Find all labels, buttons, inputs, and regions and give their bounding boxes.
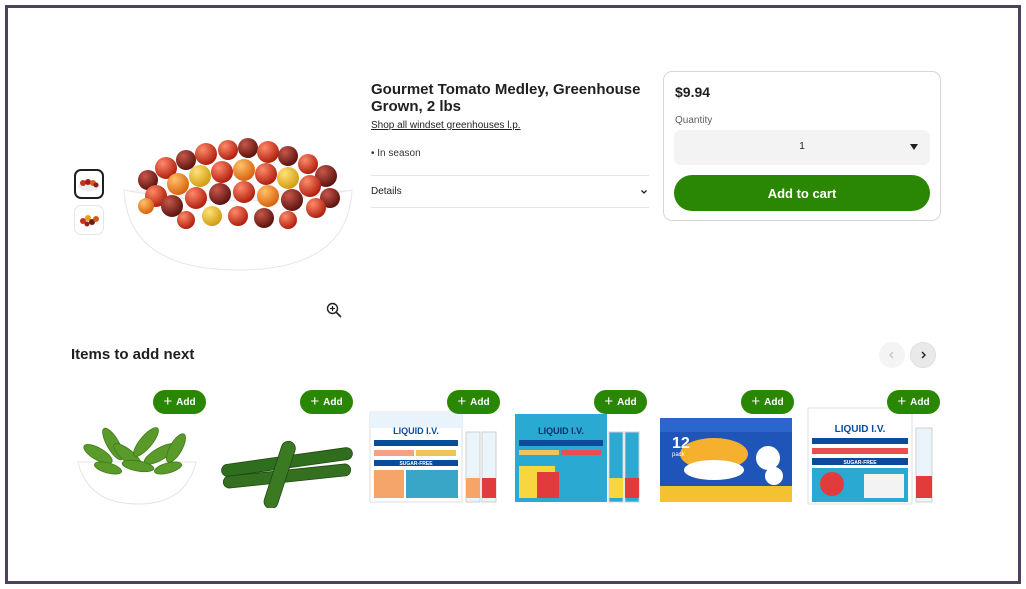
plus-icon: + <box>310 392 320 410</box>
liquid-iv-sugar-free-image: LIQUID I.V. SUGAR-FREE <box>807 407 933 505</box>
add-label: Add <box>470 396 490 408</box>
carousel-next-button[interactable] <box>910 342 936 368</box>
product-image <box>123 138 353 271</box>
plus-icon: + <box>897 392 907 410</box>
plus-icon: + <box>604 392 614 410</box>
add-button[interactable]: + Add <box>153 390 206 414</box>
brand-text: LIQUID I.V. <box>393 426 439 436</box>
brand-text: LIQUID I.V. <box>538 426 584 436</box>
tomato-medley-thumbnail-icon <box>80 215 99 227</box>
chevron-right-icon <box>921 351 926 359</box>
product-card[interactable]: + Add <box>68 390 206 508</box>
product-card[interactable]: 12 pack + Add <box>656 390 794 508</box>
carousel-prev-button[interactable] <box>879 342 905 368</box>
add-label: Add <box>176 396 196 408</box>
product-title: Gourmet Tomato Medley, Greenhouse Grown,… <box>371 81 641 115</box>
plus-icon: + <box>163 392 173 410</box>
season-badge: • In season <box>371 148 421 159</box>
product-card[interactable]: LIQUID I.V. SUGAR-FREE + Add <box>802 390 940 508</box>
zoom-icon[interactable] <box>326 302 342 318</box>
product-card[interactable]: + Add <box>215 390 353 508</box>
details-label: Details <box>371 186 402 197</box>
tomato-bowl-thumbnail-icon <box>78 179 100 191</box>
sub-text: SUGAR-FREE <box>843 460 877 466</box>
add-button[interactable]: + Add <box>300 390 353 414</box>
product-card[interactable]: LIQUID I.V. + Add <box>509 390 647 508</box>
mac-and-cheese-image: 12 pack <box>660 418 792 502</box>
chevron-left-icon <box>889 351 894 359</box>
add-label: Add <box>764 396 784 408</box>
brand-text: LIQUID I.V. <box>835 424 886 435</box>
liquid-iv-peach-image: LIQUID I.V. SUGAR-FREE <box>369 411 497 503</box>
add-button[interactable]: + Add <box>741 390 794 414</box>
caret-down-icon <box>910 144 918 150</box>
details-accordion[interactable]: Details <box>371 175 649 208</box>
shop-all-brand-link[interactable]: Shop all windset greenhouses l.p. <box>371 120 521 131</box>
plus-icon: + <box>457 392 467 410</box>
add-label: Add <box>323 396 343 408</box>
cucumbers-image <box>221 440 353 508</box>
section-title: Items to add next <box>71 346 195 363</box>
chevron-down-icon <box>641 189 647 194</box>
plus-icon: + <box>751 392 761 410</box>
thumbnail-2[interactable] <box>74 205 104 235</box>
add-label: Add <box>910 396 930 408</box>
add-label: Add <box>617 396 637 408</box>
sub-text: SUGAR-FREE <box>399 461 433 467</box>
green-beans-image <box>77 427 197 505</box>
quantity-label: Quantity <box>675 115 713 126</box>
quantity-select[interactable]: 1 <box>674 130 930 165</box>
add-button[interactable]: + Add <box>447 390 500 414</box>
product-card[interactable]: LIQUID I.V. SUGAR-FREE + Add <box>362 390 500 508</box>
add-button[interactable]: + Add <box>594 390 647 414</box>
add-button[interactable]: + Add <box>887 390 940 414</box>
pack-count-text: 12 <box>672 435 690 452</box>
buy-box: $9.94 Quantity 1 Add to cart <box>663 71 941 221</box>
liquid-iv-strawberry-image: LIQUID I.V. <box>515 414 640 503</box>
quantity-value: 1 <box>799 141 805 152</box>
add-to-cart-button[interactable]: Add to cart <box>674 175 930 211</box>
pack-label-text: pack <box>672 452 686 458</box>
price: $9.94 <box>675 84 711 100</box>
thumbnail-1[interactable] <box>74 169 104 199</box>
